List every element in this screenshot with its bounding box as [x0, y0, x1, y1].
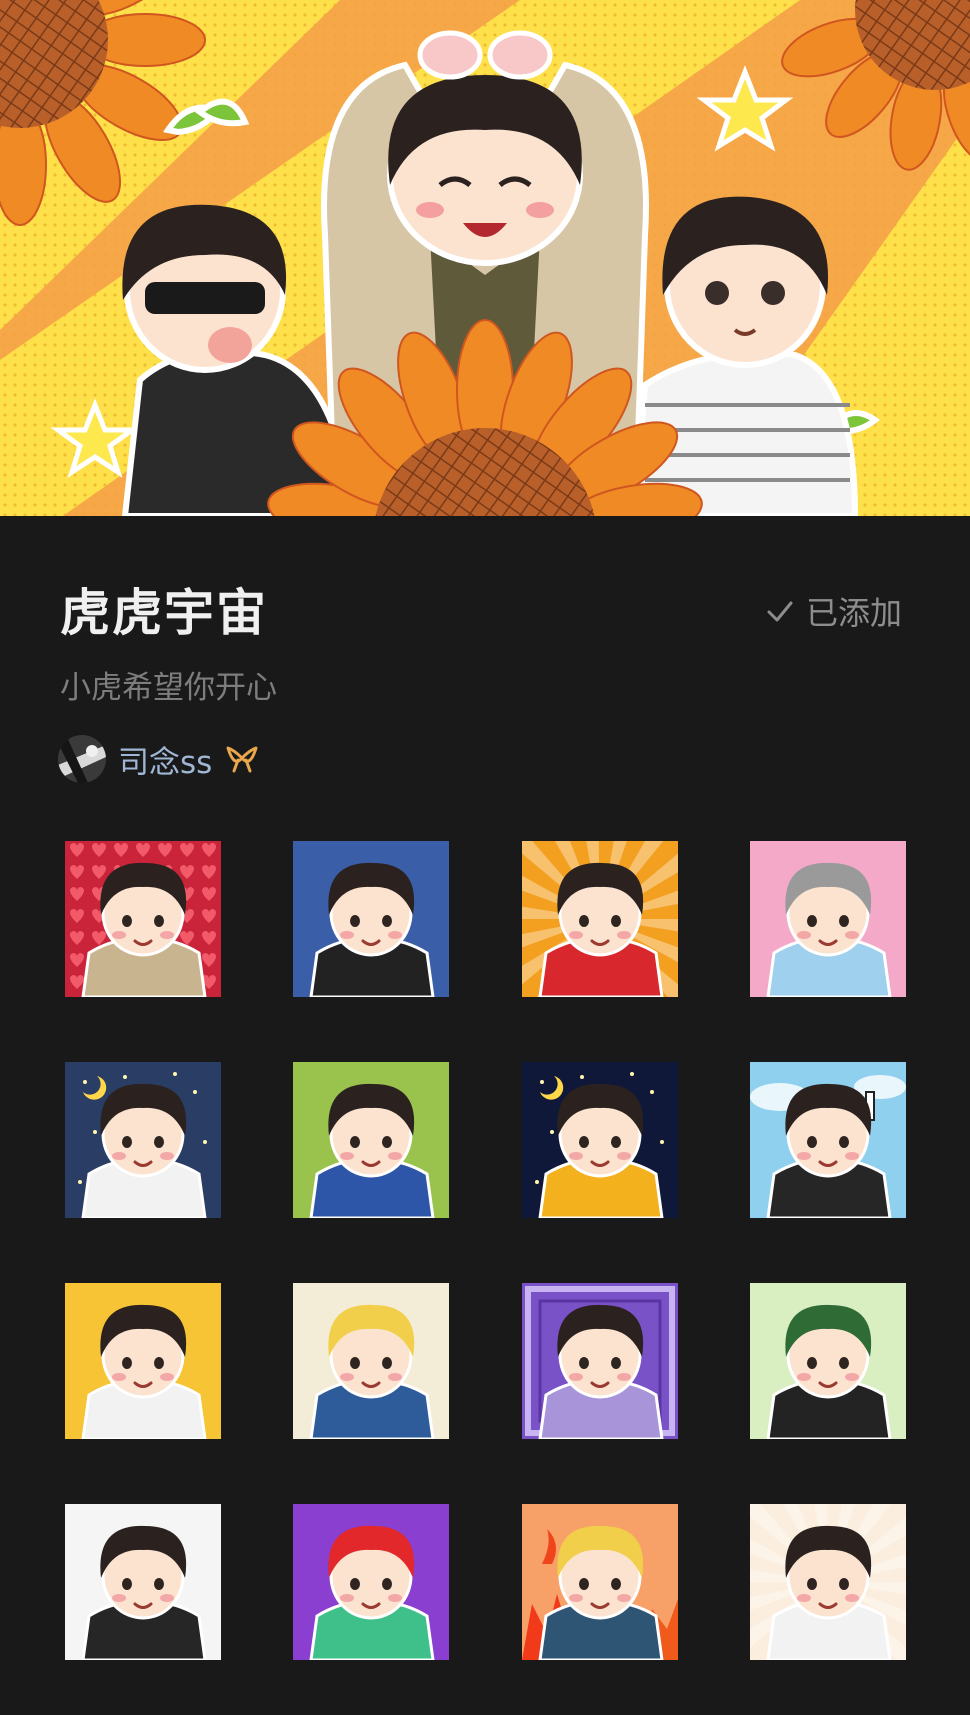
check-icon	[767, 601, 793, 622]
sticker-item[interactable]	[65, 841, 221, 997]
sticker-item[interactable]	[750, 841, 906, 997]
sticker-item[interactable]	[293, 1283, 449, 1439]
sticker-thumbnail	[293, 1283, 449, 1439]
pack-title: 虎虎宇宙	[60, 584, 268, 642]
sticker-item[interactable]	[522, 841, 678, 997]
avatar	[58, 735, 106, 783]
sunflower-banner-icon	[0, 0, 970, 516]
sticker-thumbnail	[293, 841, 449, 997]
sticker-item[interactable]	[293, 1062, 449, 1218]
sticker-thumbnail	[65, 1504, 221, 1660]
sticker-thumbnail	[65, 841, 221, 997]
sticker-item[interactable]	[522, 1062, 678, 1218]
sticker-thumbnail	[522, 1504, 678, 1660]
sticker-item[interactable]	[750, 1062, 906, 1218]
sticker-thumbnail	[522, 841, 678, 997]
author-name: 司念ss	[118, 744, 213, 781]
sticker-thumbnail	[293, 1504, 449, 1660]
sticker-item[interactable]	[750, 1283, 906, 1439]
sticker-item[interactable]	[522, 1504, 678, 1660]
sticker-thumbnail	[522, 1283, 678, 1439]
sticker-thumbnail	[750, 1283, 906, 1439]
sticker-item[interactable]	[65, 1283, 221, 1439]
author-link[interactable]: 司念ss	[58, 734, 260, 784]
sticker-thumbnail	[522, 1062, 678, 1218]
pack-subtitle: 小虎希望你开心	[60, 670, 277, 706]
sticker-thumbnail	[750, 1504, 906, 1660]
sticker-thumbnail	[750, 841, 906, 997]
added-label: 已添加	[805, 594, 902, 632]
sticker-item[interactable]	[293, 841, 449, 997]
added-status-button[interactable]: 已添加	[764, 586, 902, 636]
sticker-thumbnail	[293, 1062, 449, 1218]
sticker-thumbnail	[750, 1062, 906, 1218]
sticker-thumbnail	[65, 1283, 221, 1439]
sticker-item[interactable]	[522, 1283, 678, 1439]
sticker-item[interactable]	[741, 1489, 915, 1669]
sticker-item[interactable]	[65, 1504, 221, 1660]
ribbon-icon	[226, 746, 258, 773]
sticker-item[interactable]	[65, 1062, 221, 1218]
sticker-thumbnail	[65, 1062, 221, 1218]
banner-image	[0, 0, 970, 516]
sticker-item[interactable]	[293, 1504, 449, 1660]
